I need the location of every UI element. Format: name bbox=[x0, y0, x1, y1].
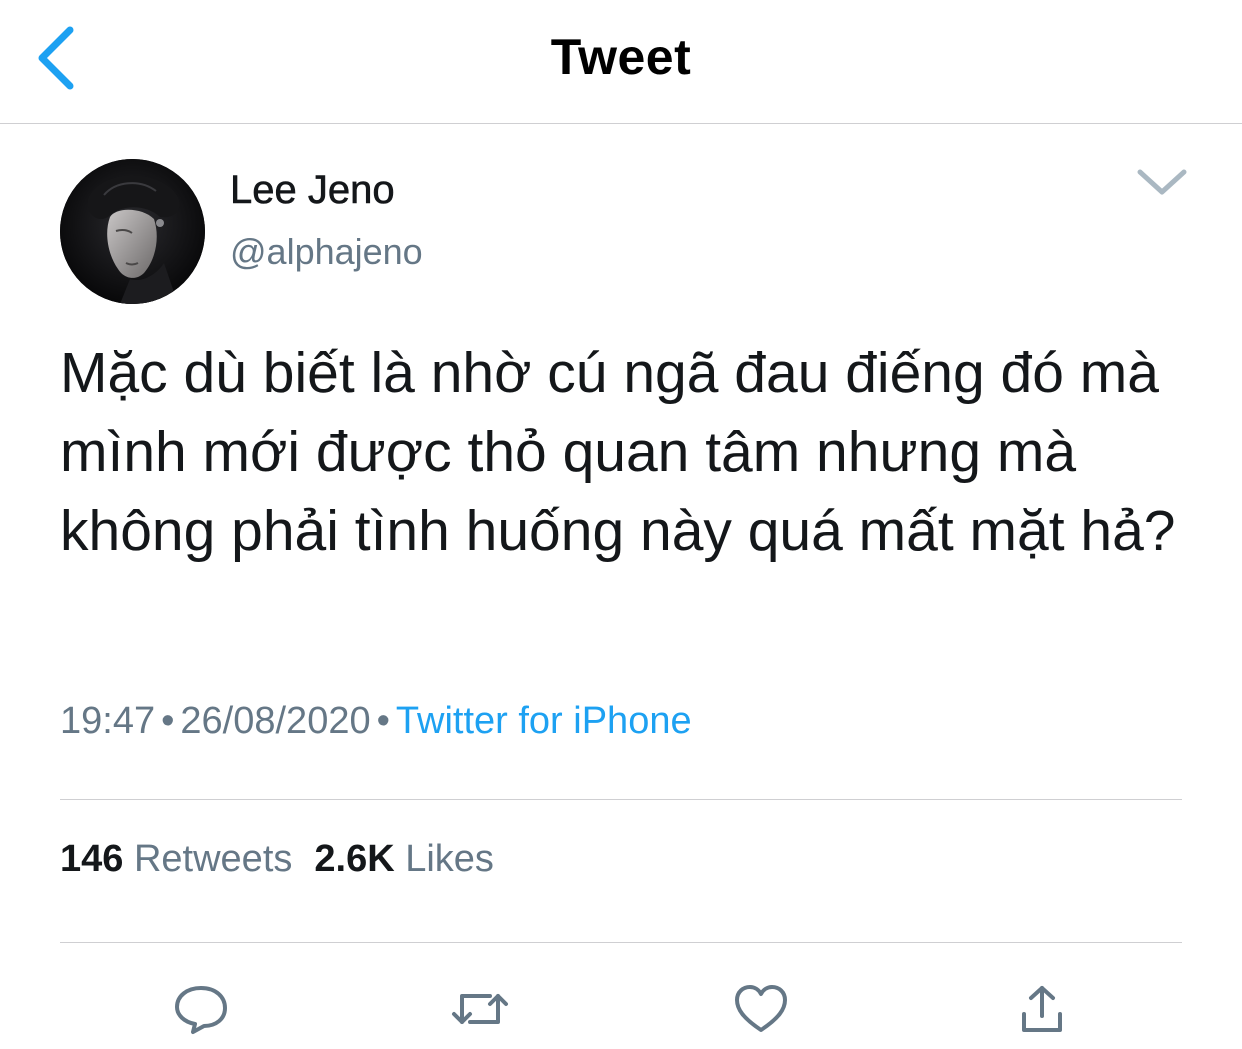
tweet-text: Mặc dù biết là nhờ cú ngã đau điếng đó m… bbox=[60, 341, 1176, 563]
share-icon bbox=[1022, 986, 1062, 1032]
tweet-meta: 19:47 • 26/08/2020 • Twitter for iPhone bbox=[60, 700, 692, 743]
retweets-stat[interactable]: 146 Retweets bbox=[60, 838, 292, 880]
tweet-stats: 146 Retweets 2.6K Likes bbox=[60, 838, 494, 881]
reply-button[interactable] bbox=[171, 982, 231, 1036]
tweet-source-link[interactable]: Twitter for iPhone bbox=[396, 700, 692, 742]
divider bbox=[60, 799, 1182, 800]
tweet-options-button[interactable] bbox=[1134, 162, 1190, 202]
separator: • bbox=[376, 700, 390, 742]
divider bbox=[60, 942, 1182, 943]
page-title: Tweet bbox=[550, 29, 692, 85]
retweets-count: 146 bbox=[60, 838, 124, 880]
retweets-label: Retweets bbox=[133, 838, 293, 880]
tweet-date: 26/08/2020 bbox=[180, 700, 371, 742]
reply-icon bbox=[175, 986, 227, 1034]
share-button[interactable] bbox=[1012, 982, 1072, 1036]
likes-count: 2.6K bbox=[314, 838, 395, 880]
tweet-time: 19:47 bbox=[60, 700, 156, 742]
likes-label: Likes bbox=[405, 838, 494, 880]
nav-bar: Tweet bbox=[0, 0, 1242, 124]
separator: • bbox=[161, 700, 175, 742]
retweet-button[interactable] bbox=[450, 982, 510, 1036]
like-icon bbox=[735, 985, 787, 1032]
chevron-down-icon bbox=[1137, 169, 1187, 195]
retweet-icon bbox=[452, 994, 508, 1024]
profile-photo bbox=[60, 159, 205, 304]
author-name[interactable]: Lee Jeno bbox=[230, 168, 395, 213]
likes-stat[interactable]: 2.6K Likes bbox=[314, 838, 494, 880]
like-button[interactable] bbox=[731, 982, 791, 1036]
author-handle[interactable]: @alphajeno bbox=[230, 231, 423, 273]
avatar[interactable] bbox=[60, 159, 205, 304]
